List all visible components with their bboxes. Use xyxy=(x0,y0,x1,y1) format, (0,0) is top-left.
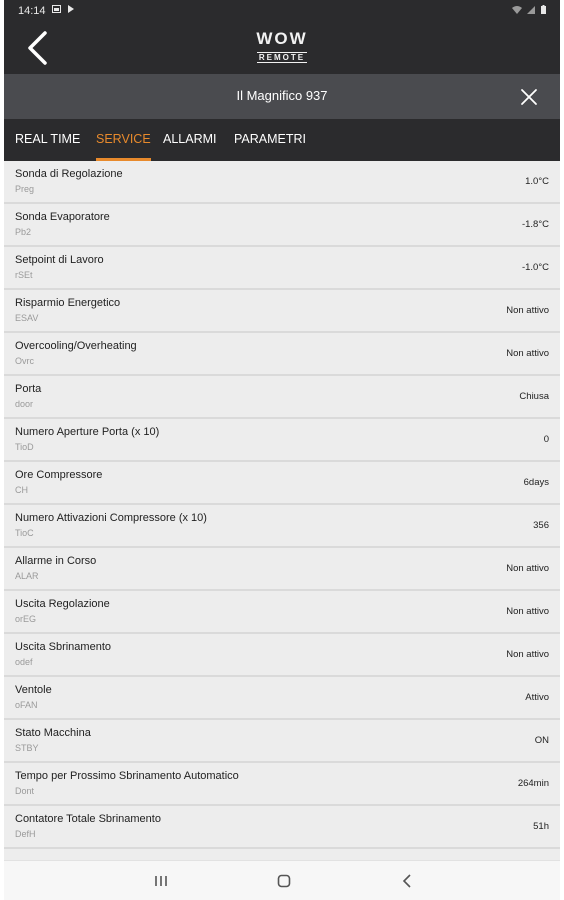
recents-icon xyxy=(155,876,167,886)
item-value: 264min xyxy=(517,778,549,789)
item-label: Ore Compressore xyxy=(15,469,103,481)
item-label: Risparmio Energetico xyxy=(15,297,121,309)
list-item[interactable]: Sonda di Regolazione Preg 1.0°C xyxy=(4,161,560,204)
item-code: rSEt xyxy=(15,270,33,280)
tab-bar: REAL TIME SERVICE ALLARMI PARAMETRI xyxy=(4,119,560,161)
item-value: 51h xyxy=(533,821,549,832)
list-item[interactable]: Tempo per Prossimo Sbrinamento Automatic… xyxy=(4,763,560,806)
service-list: Sonda di Regolazione Preg 1.0°C Sonda Ev… xyxy=(4,161,560,892)
home-button[interactable] xyxy=(269,869,299,893)
logo-main-text: WOW xyxy=(256,29,308,48)
item-code: TioD xyxy=(15,442,34,452)
list-item[interactable]: Ventole oFAN Attivo xyxy=(4,677,560,720)
item-code: CH xyxy=(15,485,28,495)
recents-button[interactable] xyxy=(146,869,176,893)
item-value: 0 xyxy=(543,434,549,445)
list-item[interactable]: Numero Aperture Porta (x 10) TioD 0 xyxy=(4,419,560,462)
item-value: Chiusa xyxy=(519,391,549,402)
list-item[interactable]: Setpoint di Lavoro rSEt -1.0°C xyxy=(4,247,560,290)
item-value: Non attivo xyxy=(506,563,549,574)
logo-sub-text: REMOTE xyxy=(256,52,308,63)
device-bar: Il Magnifico 937 xyxy=(4,74,560,119)
list-item[interactable]: Sonda Evaporatore Pb2 -1.8°C xyxy=(4,204,560,247)
list-item[interactable]: Uscita Regolazione orEG Non attivo xyxy=(4,591,560,634)
item-value: -1.8°C xyxy=(521,219,549,230)
home-icon xyxy=(277,874,291,888)
notification-icons xyxy=(52,5,75,15)
item-value: 1.0°C xyxy=(525,176,549,187)
item-value: -1.0°C xyxy=(521,262,549,273)
item-code: door xyxy=(15,399,34,409)
nav-back-icon xyxy=(402,874,411,888)
item-code: TioC xyxy=(15,528,34,538)
item-code: Dont xyxy=(15,786,35,796)
item-code: STBY xyxy=(15,743,39,753)
gallery-notification-icon xyxy=(52,5,61,13)
item-label: Setpoint di Lavoro xyxy=(15,254,104,266)
tab-service[interactable]: SERVICE xyxy=(96,119,151,161)
item-label: Stato Macchina xyxy=(15,727,91,739)
item-label: Overcooling/Overheating xyxy=(15,340,137,352)
item-code: orEG xyxy=(15,614,37,624)
list-item[interactable]: Stato Macchina STBY ON xyxy=(4,720,560,763)
item-label: Uscita Sbrinamento xyxy=(15,641,111,653)
item-label: Uscita Regolazione xyxy=(15,598,110,610)
item-value: Non attivo xyxy=(506,348,549,359)
app-logo: WOW REMOTE xyxy=(4,30,560,65)
list-item[interactable]: Contatore Totale Sbrinamento DefH 51h xyxy=(4,806,560,849)
list-item[interactable]: Uscita Sbrinamento odef Non attivo xyxy=(4,634,560,677)
status-bar: 14:14 xyxy=(4,0,560,22)
item-value: 6days xyxy=(523,477,549,488)
app-bar: WOW REMOTE xyxy=(4,22,560,74)
play-notification-icon xyxy=(67,5,74,13)
tab-real-time[interactable]: REAL TIME xyxy=(15,119,80,161)
item-label: Ventole xyxy=(15,684,52,696)
item-code: ALAR xyxy=(15,571,39,581)
system-icons xyxy=(511,5,546,16)
tab-allarmi[interactable]: ALLARMI xyxy=(163,119,217,161)
item-value: ON xyxy=(534,735,549,746)
item-code: odef xyxy=(15,657,33,667)
item-label: Tempo per Prossimo Sbrinamento Automatic… xyxy=(15,770,239,782)
item-code: DefH xyxy=(15,829,36,839)
tab-parametri[interactable]: PARAMETRI xyxy=(234,119,306,161)
item-value: Attivo xyxy=(525,692,549,703)
wifi-icon xyxy=(511,6,522,14)
item-label: Allarme in Corso xyxy=(15,555,97,567)
item-label: Contatore Totale Sbrinamento xyxy=(15,813,161,825)
list-item[interactable]: Porta door Chiusa xyxy=(4,376,560,419)
item-value: 356 xyxy=(533,520,549,531)
item-code: oFAN xyxy=(15,700,38,710)
item-label: Numero Aperture Porta (x 10) xyxy=(15,426,160,438)
list-item[interactable]: Allarme in Corso ALAR Non attivo xyxy=(4,548,560,591)
list-item[interactable]: Numero Attivazioni Compressore (x 10) Ti… xyxy=(4,505,560,548)
list-item[interactable]: Overcooling/Overheating Ovrc Non attivo xyxy=(4,333,560,376)
item-code: ESAV xyxy=(15,313,39,323)
device-name: Il Magnifico 937 xyxy=(236,88,328,103)
item-code: Pb2 xyxy=(15,227,32,237)
item-value: Non attivo xyxy=(506,606,549,617)
item-value: Non attivo xyxy=(506,305,549,316)
item-label: Sonda di Regolazione xyxy=(15,168,123,180)
close-icon xyxy=(521,89,537,105)
signal-icon xyxy=(527,6,536,14)
nav-back-button[interactable] xyxy=(392,869,422,893)
battery-icon xyxy=(541,5,546,14)
item-code: Preg xyxy=(15,184,35,194)
system-nav-bar xyxy=(4,860,560,900)
app-frame: 14:14 WOW REMOTE Il Magnifico 937 REAL T… xyxy=(4,0,560,900)
list-item[interactable]: Risparmio Energetico ESAV Non attivo xyxy=(4,290,560,333)
item-label: Porta xyxy=(15,383,42,395)
item-label: Sonda Evaporatore xyxy=(15,211,110,223)
item-label: Numero Attivazioni Compressore (x 10) xyxy=(15,512,207,524)
item-code: Ovrc xyxy=(15,356,34,366)
status-time: 14:14 xyxy=(18,5,46,17)
close-button[interactable] xyxy=(518,86,540,108)
list-item[interactable]: Ore Compressore CH 6days xyxy=(4,462,560,505)
item-value: Non attivo xyxy=(506,649,549,660)
